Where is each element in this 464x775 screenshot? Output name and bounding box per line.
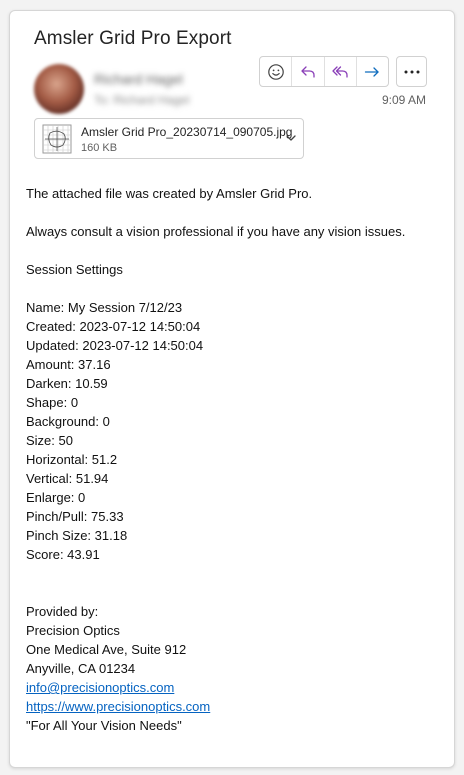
setting-pinch-pull: Pinch/Pull: 75.33 <box>26 509 124 524</box>
website-link[interactable]: https://www.precisionoptics.com <box>26 699 210 714</box>
setting-darken: Darken: 10.59 <box>26 376 108 391</box>
reply-icon <box>301 65 315 78</box>
email-link[interactable]: info@precisionoptics.com <box>26 680 174 695</box>
chevron-down-icon[interactable] <box>285 132 297 144</box>
tagline: "For All Your Vision Needs" <box>26 718 182 733</box>
message-action-bar <box>259 56 389 87</box>
attachment-filename: Amsler Grid Pro_20230714_090705.jpg <box>81 125 293 139</box>
reply-button[interactable] <box>292 57 325 86</box>
setting-size: Size: 50 <box>26 433 73 448</box>
setting-amount: Amount: 37.16 <box>26 357 111 372</box>
setting-created: Created: 2023-07-12 14:50:04 <box>26 319 201 334</box>
setting-background: Background: 0 <box>26 414 110 429</box>
setting-horizontal: Horizontal: 51.2 <box>26 452 118 467</box>
provided-by-label: Provided by: <box>26 604 99 619</box>
body-advice: Always consult a vision professional if … <box>26 224 406 239</box>
sender-avatar[interactable] <box>34 64 84 114</box>
message-time: 9:09 AM <box>381 93 426 107</box>
more-icon <box>404 70 419 73</box>
image-thumbnail-icon <box>42 124 72 154</box>
more-actions-button[interactable] <box>396 56 427 87</box>
company-name: Precision Optics <box>26 623 120 638</box>
attachment-card[interactable]: Amsler Grid Pro_20230714_090705.jpg 160 … <box>34 118 304 159</box>
setting-shape: Shape: 0 <box>26 395 79 410</box>
settings-heading: Session Settings <box>26 262 123 277</box>
setting-enlarge: Enlarge: 0 <box>26 490 86 505</box>
message-card: Amsler Grid Pro Export Richard Hagel To:… <box>9 10 455 768</box>
attachment-size: 160 KB <box>81 142 118 154</box>
setting-vertical: Vertical: 51.94 <box>26 471 109 486</box>
sender-name[interactable]: Richard Hagel <box>94 71 183 87</box>
setting-score: Score: 43.91 <box>26 547 100 562</box>
setting-name: Name: My Session 7/12/23 <box>26 300 183 315</box>
address-line-1: One Medical Ave, Suite 912 <box>26 642 187 657</box>
reply-all-icon <box>332 65 348 78</box>
forward-icon <box>365 66 380 77</box>
recipient-line: To: Richard Hagel <box>94 93 190 107</box>
reply-all-button[interactable] <box>325 57 357 86</box>
setting-pinch-size: Pinch Size: 31.18 <box>26 528 128 543</box>
address-line-2: Anyville, CA 01234 <box>26 661 136 676</box>
setting-updated: Updated: 2023-07-12 14:50:04 <box>26 338 204 353</box>
body-intro: The attached file was created by Amsler … <box>26 186 313 201</box>
message-body: The attached file was created by Amsler … <box>26 184 446 735</box>
emoji-icon <box>267 63 284 80</box>
forward-button[interactable] <box>357 57 388 86</box>
message-subject: Amsler Grid Pro Export <box>34 28 232 49</box>
emoji-reaction-button[interactable] <box>260 57 293 86</box>
